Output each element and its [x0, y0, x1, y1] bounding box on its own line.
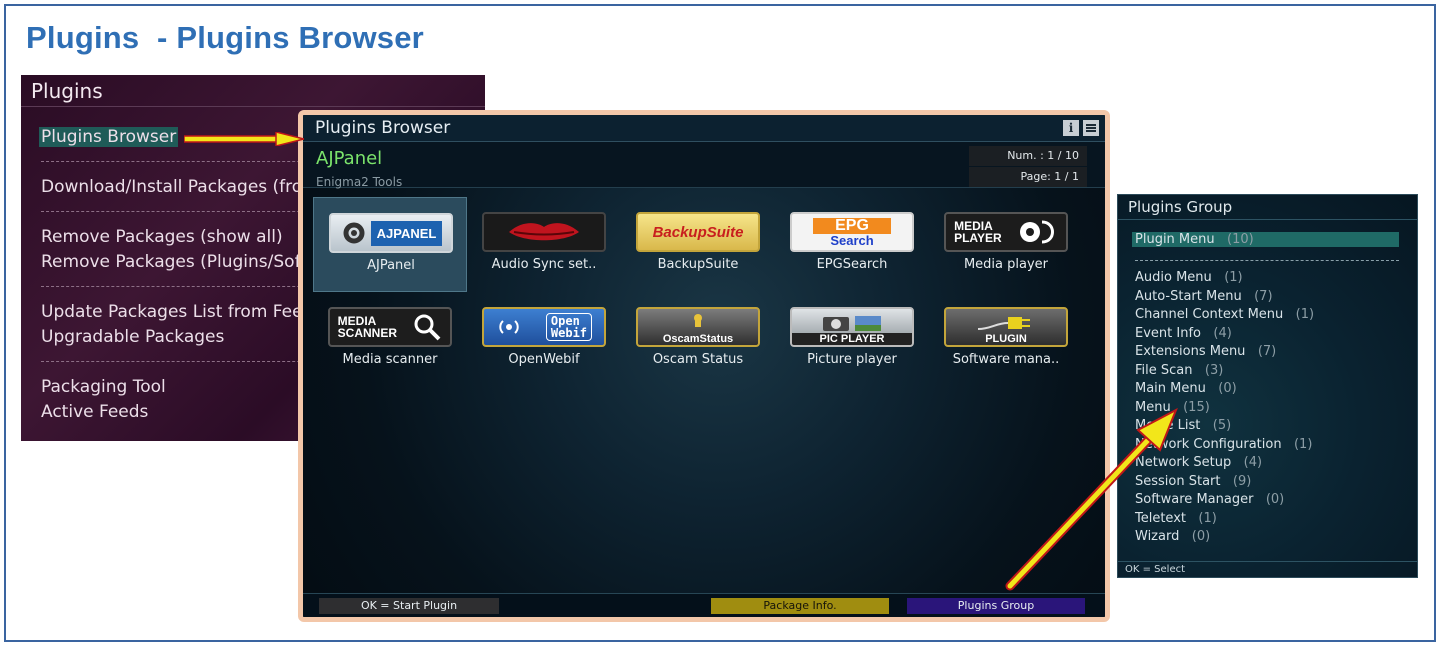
plugin-tile-media-player[interactable]: MEDIA PLAYER Media player	[929, 197, 1083, 292]
lips-icon	[482, 212, 606, 252]
browser-footer: OK = Start Plugin Package Info. Plugins …	[303, 593, 1105, 617]
plugin-tile-picture-player[interactable]: PIC PLAYER Picture player	[775, 292, 929, 387]
group-item[interactable]: Audio Menu (1)	[1135, 270, 1399, 285]
menu-item-upgradable[interactable]: Upgradable Packages	[41, 327, 224, 347]
plugin-tile-ajpanel[interactable]: AJPANEL AJPanel	[313, 197, 467, 292]
plugin-label: Software mana..	[952, 352, 1060, 367]
plugin-tile-openwebif[interactable]: Open Webif OpenWebif	[467, 292, 621, 387]
plugin-label: EPGSearch	[816, 257, 888, 272]
menu-item-remove-plugins[interactable]: Remove Packages (Plugins/Sof	[41, 252, 301, 272]
plugins-group-title: Plugins Group	[1118, 195, 1417, 220]
plugin-label: Oscam Status	[652, 352, 744, 367]
epg-search-logo-icon: EPG Search	[790, 212, 914, 252]
menu-item-plugins-browser[interactable]: Plugins Browser	[39, 127, 179, 147]
backupsuite-logo-icon: BackupSuite	[636, 212, 760, 252]
menu-item-packaging-tool[interactable]: Packaging Tool	[41, 377, 166, 397]
plugin-tile-software-manager[interactable]: PLUGIN Software mana..	[929, 292, 1083, 387]
menu-item-update-list[interactable]: Update Packages List from Fee	[41, 302, 303, 322]
group-item[interactable]: Main Menu (0)	[1135, 381, 1399, 396]
plugin-label: Media player	[963, 257, 1049, 272]
plugin-label: BackupSuite	[657, 257, 739, 272]
media-scanner-logo-icon: MEDIA SCANNER	[328, 307, 452, 347]
selected-plugin-description: Enigma2 Tools	[316, 175, 403, 189]
menu-icon[interactable]	[1083, 120, 1099, 136]
group-item[interactable]: Auto-Start Menu (7)	[1135, 289, 1399, 304]
plugin-label: Audio Sync set..	[491, 257, 597, 272]
plugin-tile-audio-sync[interactable]: Audio Sync set..	[467, 197, 621, 292]
browser-title: Plugins Browser	[315, 118, 451, 138]
arrow-diagonal-icon	[1005, 407, 1178, 591]
group-separator	[1135, 260, 1399, 261]
plug-icon: PLUGIN	[944, 307, 1068, 347]
group-item[interactable]: File Scan (3)	[1135, 363, 1399, 378]
plugin-tile-oscam-status[interactable]: OscamStatus Oscam Status	[621, 292, 775, 387]
page-counter: Page: 1 / 1	[969, 167, 1087, 187]
info-icon[interactable]: i	[1063, 120, 1079, 136]
plugin-tile-backupsuite[interactable]: BackupSuite BackupSuite	[621, 197, 775, 292]
menu-item-download-install[interactable]: Download/Install Packages (fro	[41, 177, 302, 197]
plugin-label: Media scanner	[342, 352, 438, 367]
menu-item-active-feeds[interactable]: Active Feeds	[41, 402, 148, 422]
group-item[interactable]: Channel Context Menu (1)	[1135, 307, 1399, 322]
media-player-logo-icon: MEDIA PLAYER	[944, 212, 1068, 252]
plugin-label: OpenWebif	[508, 352, 580, 367]
page-title: Plugins - Plugins Browser	[26, 20, 424, 55]
menu-item-remove-all[interactable]: Remove Packages (show all)	[41, 227, 283, 247]
oscam-status-logo-icon: OscamStatus	[636, 307, 760, 347]
ok-start-plugin-button[interactable]: OK = Start Plugin	[319, 598, 499, 614]
camera-icon: PIC PLAYER	[790, 307, 914, 347]
plugins-group-button[interactable]: Plugins Group	[907, 598, 1085, 614]
plugin-label: AJPanel	[367, 258, 415, 273]
package-info-button[interactable]: Package Info.	[711, 598, 889, 614]
openwebif-logo-icon: Open Webif	[482, 307, 606, 347]
group-item-plugin-menu[interactable]: Plugin Menu (10)	[1132, 232, 1399, 247]
selected-plugin-name: AJPanel	[316, 148, 383, 169]
plugins-menu-title: Plugins	[21, 75, 485, 107]
plugins-browser-window: Plugins Browser i AJPanel Enigma2 Tools …	[298, 110, 1110, 622]
ajpanel-logo-icon: AJPANEL	[329, 213, 453, 253]
arrow-right-icon	[184, 132, 304, 146]
plugin-label: Picture player	[807, 352, 897, 367]
plugin-counter: Num. : 1 / 10	[969, 146, 1087, 166]
browser-titlebar: Plugins Browser i	[303, 115, 1105, 142]
plugin-tile-epgsearch[interactable]: EPG Search EPGSearch	[775, 197, 929, 292]
group-item[interactable]: Extensions Menu (7)	[1135, 344, 1399, 359]
plugin-info-bar: AJPanel Enigma2 Tools Num. : 1 / 10 Page…	[303, 142, 1105, 189]
group-item[interactable]: Event Info (4)	[1135, 326, 1399, 341]
plugin-tile-media-scanner[interactable]: MEDIA SCANNER Media scanner	[313, 292, 467, 387]
